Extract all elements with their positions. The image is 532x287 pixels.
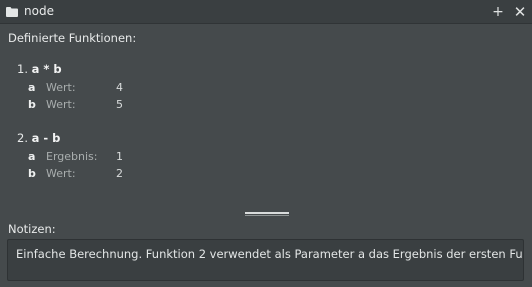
splitter-grip-line: [245, 212, 289, 214]
param-row: a Wert: 4: [0, 81, 532, 99]
function-header[interactable]: 2. a - b: [17, 131, 60, 145]
function-header[interactable]: 1. a * b: [17, 62, 62, 76]
function-number: 1.: [17, 62, 28, 76]
param-label: Wert:: [46, 98, 76, 111]
param-value[interactable]: 5: [116, 98, 123, 111]
functions-heading: Definierte Funktionen:: [8, 31, 137, 45]
folder-icon: [6, 7, 18, 17]
param-label: Ergebnis:: [46, 150, 98, 163]
notes-textarea[interactable]: Einfache Berechnung. Funktion 2 verwende…: [7, 239, 524, 281]
function-expression: a * b: [31, 62, 62, 76]
function-number: 2.: [17, 131, 28, 145]
param-value[interactable]: 1: [116, 150, 123, 163]
param-value[interactable]: 4: [116, 81, 123, 94]
notes-label: Notizen:: [8, 222, 56, 236]
param-row: b Wert: 5: [0, 98, 532, 116]
param-name: a: [28, 150, 36, 163]
window-title: node: [24, 4, 54, 18]
param-row: a Ergebnis: 1: [0, 150, 532, 168]
param-label: Wert:: [46, 81, 76, 94]
splitter-handle[interactable]: [245, 212, 289, 217]
param-name: b: [28, 167, 36, 180]
splitter-grip-shadow: [245, 215, 289, 216]
param-row: b Wert: 2: [0, 167, 532, 185]
window-titlebar: node + ✕: [0, 0, 532, 24]
param-value[interactable]: 2: [116, 167, 123, 180]
function-expression: a - b: [31, 131, 61, 145]
param-name: a: [28, 81, 36, 94]
close-button[interactable]: ✕: [512, 3, 528, 21]
param-label: Wert:: [46, 167, 76, 180]
param-name: b: [28, 98, 36, 111]
add-button[interactable]: +: [490, 3, 506, 21]
